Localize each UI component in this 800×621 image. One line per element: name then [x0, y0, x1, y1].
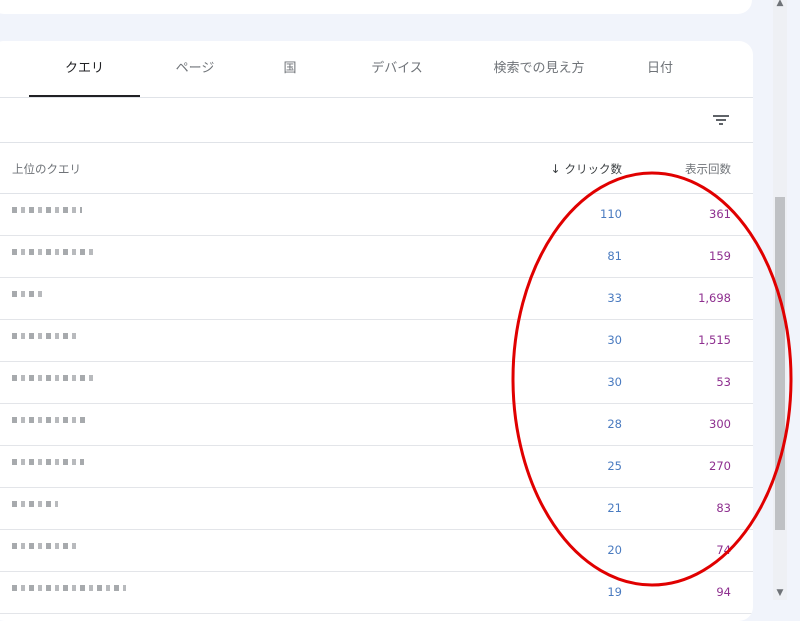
clicks-value: 20 — [607, 543, 622, 557]
filter-bar — [0, 98, 753, 143]
query-text-redacted — [12, 459, 84, 465]
tab-device[interactable]: デバイス — [352, 41, 442, 97]
impressions-value: 1,698 — [698, 291, 731, 305]
clicks-value: 28 — [607, 417, 622, 431]
clicks-value: 21 — [607, 501, 622, 515]
query-text-redacted — [12, 501, 58, 507]
scroll-down-icon[interactable]: ▼ — [775, 588, 785, 598]
impressions-value: 74 — [716, 543, 731, 557]
impressions-value: 361 — [709, 207, 731, 221]
column-header-impressions[interactable]: 表示回数 — [685, 161, 731, 177]
table-row[interactable]: 21 83 — [0, 488, 753, 530]
column-header-clicks[interactable]: ↓ クリック数 — [550, 161, 622, 177]
table-header: 上位のクエリ ↓ クリック数 表示回数 — [0, 143, 753, 194]
table-row[interactable]: 33 1,698 — [0, 278, 753, 320]
query-text-redacted — [12, 585, 126, 591]
tab-bar: クエリ ページ 国 デバイス 検索での見え方 日付 — [0, 41, 753, 98]
clicks-value: 110 — [600, 207, 622, 221]
column-header-query: 上位のクエリ — [12, 162, 81, 176]
tab-country[interactable]: 国 — [255, 41, 325, 97]
tab-search-appearance[interactable]: 検索での見え方 — [484, 41, 594, 97]
scrollbar-thumb[interactable] — [775, 197, 785, 530]
tab-query[interactable]: クエリ — [29, 41, 140, 97]
arrow-down-icon: ↓ — [550, 162, 561, 176]
active-tab-indicator — [29, 95, 140, 97]
column-header-clicks-label: クリック数 — [564, 162, 623, 176]
query-text-redacted — [12, 291, 46, 297]
tab-page[interactable]: ページ — [150, 41, 240, 97]
summary-card — [0, 0, 752, 14]
impressions-value: 1,515 — [698, 333, 731, 347]
impressions-value: 159 — [709, 249, 731, 263]
clicks-value: 81 — [607, 249, 622, 263]
table-row[interactable]: 30 1,515 — [0, 320, 753, 362]
filter-icon — [713, 115, 729, 125]
tab-date[interactable]: 日付 — [625, 41, 695, 97]
table-row[interactable]: 20 74 — [0, 530, 753, 572]
table-row[interactable]: 28 300 — [0, 404, 753, 446]
table-row[interactable]: 30 53 — [0, 362, 753, 404]
query-text-redacted — [12, 207, 82, 213]
clicks-value: 33 — [607, 291, 622, 305]
table-row[interactable]: 19 94 — [0, 572, 753, 614]
impressions-value: 300 — [709, 417, 731, 431]
query-text-redacted — [12, 375, 94, 381]
table-row[interactable]: 25 270 — [0, 446, 753, 488]
query-text-redacted — [12, 333, 78, 339]
table-row[interactable]: 81 159 — [0, 236, 753, 278]
table-row[interactable]: 110 361 — [0, 194, 753, 236]
query-text-redacted — [12, 543, 80, 549]
impressions-value: 83 — [716, 501, 731, 515]
report-card: クエリ ページ 国 デバイス 検索での見え方 日付 上位のクエリ ↓ クリック数 … — [0, 41, 753, 621]
filter-button[interactable] — [707, 106, 735, 134]
clicks-value: 25 — [607, 459, 622, 473]
clicks-value: 30 — [607, 375, 622, 389]
clicks-value: 30 — [607, 333, 622, 347]
impressions-value: 53 — [716, 375, 731, 389]
scroll-up-icon[interactable]: ▲ — [775, 0, 785, 8]
impressions-value: 270 — [709, 459, 731, 473]
impressions-value: 94 — [716, 585, 731, 599]
clicks-value: 19 — [607, 585, 622, 599]
query-text-redacted — [12, 249, 96, 255]
query-text-redacted — [12, 417, 88, 423]
